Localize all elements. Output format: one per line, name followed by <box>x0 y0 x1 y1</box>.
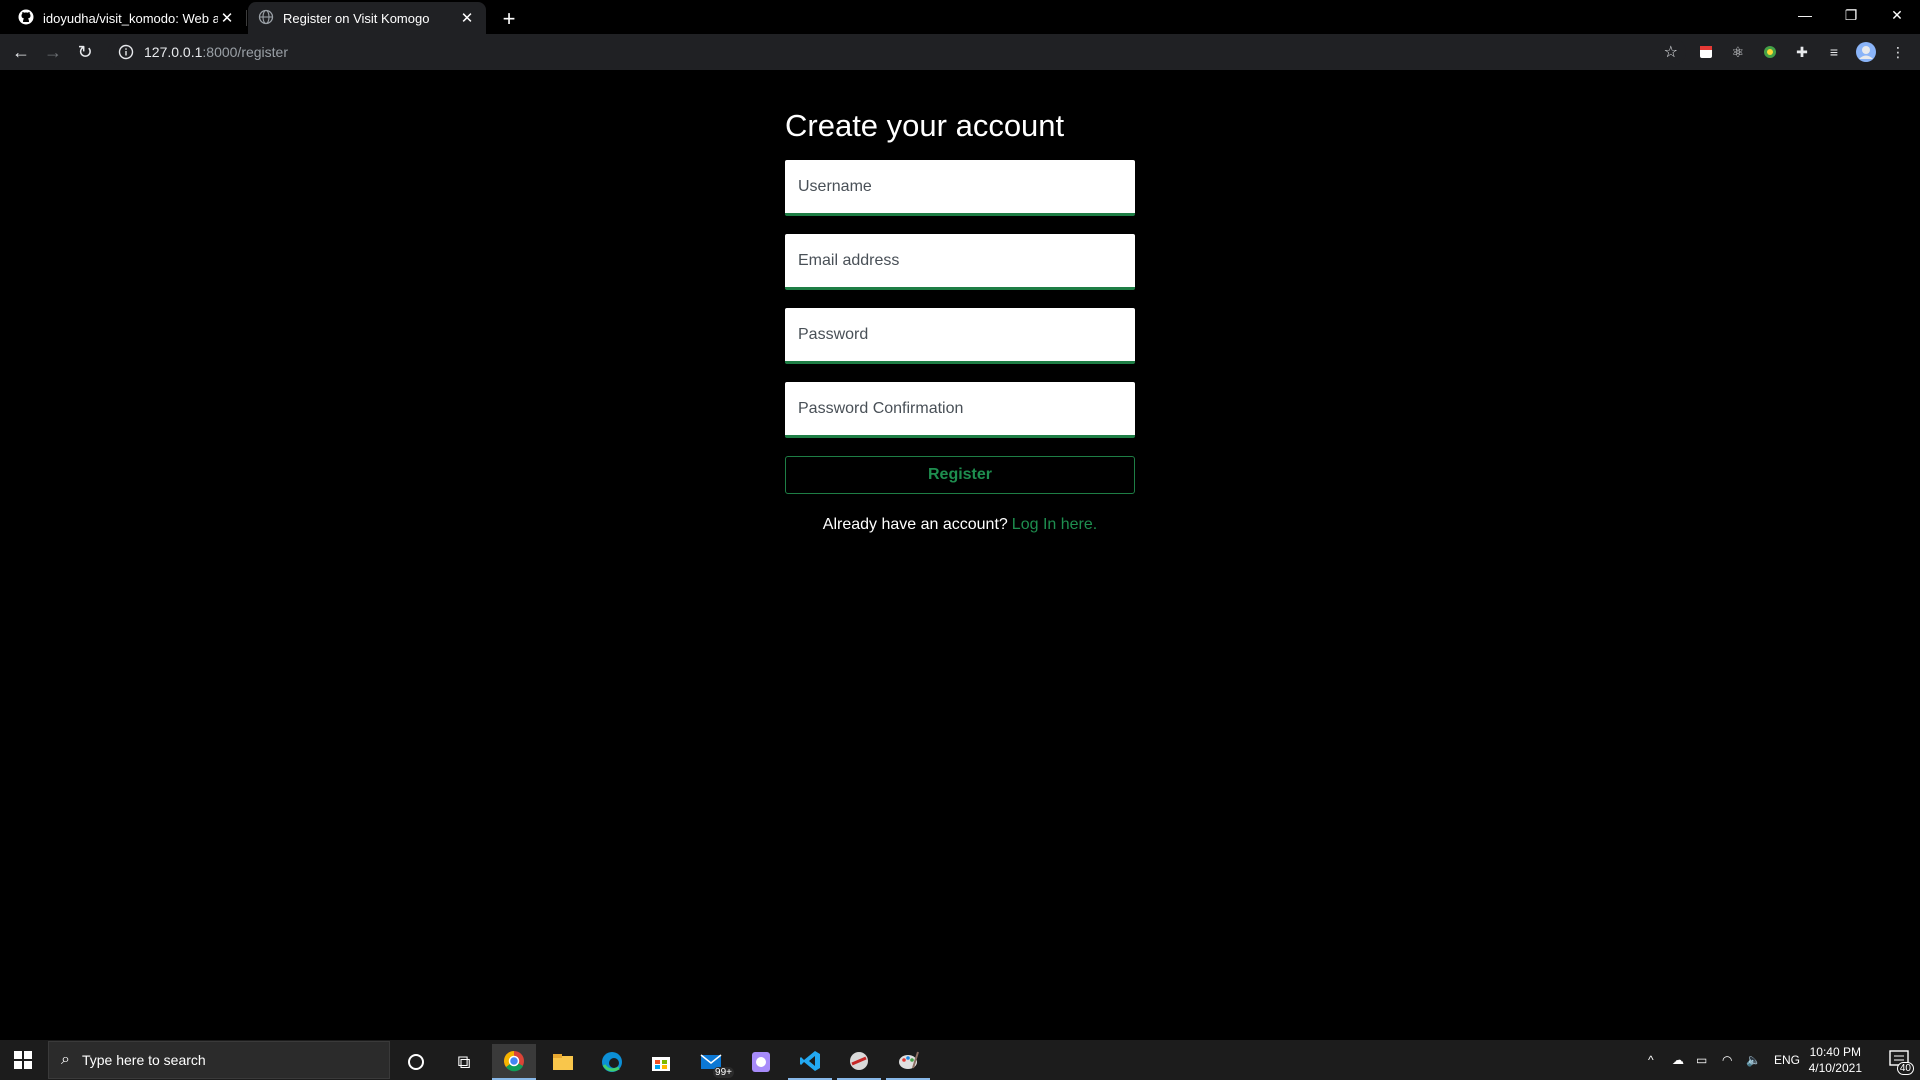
edge-icon[interactable] <box>590 1044 634 1080</box>
search-icon: ⌕ <box>61 1051 70 1068</box>
page-body: Create your account Register Already hav… <box>0 70 1920 1038</box>
tab-github[interactable]: idoyudha/visit_komodo: Web app ✕ <box>8 2 246 34</box>
username-field[interactable] <box>785 160 1135 216</box>
vscode-icon[interactable] <box>788 1044 832 1080</box>
onedrive-icon[interactable]: ☁ <box>1672 1040 1684 1080</box>
password-confirmation-field[interactable] <box>785 382 1135 438</box>
chrome-icon[interactable] <box>492 1044 536 1080</box>
back-arrow-icon[interactable]: ← <box>7 38 35 66</box>
login-link[interactable]: Log In here. <box>1012 516 1097 533</box>
page-title: Create your account <box>785 108 1065 143</box>
url-text: 127.0.0.1:8000/register <box>144 44 288 60</box>
notification-count: 40 <box>1896 1062 1914 1075</box>
language-indicator[interactable]: ENG <box>1774 1040 1800 1080</box>
paint-icon[interactable] <box>886 1044 930 1080</box>
forward-arrow-icon[interactable]: → <box>39 38 67 66</box>
close-window-icon[interactable]: ✕ <box>1874 0 1920 30</box>
register-form: Create your account Register Already hav… <box>785 106 1135 534</box>
tab-strip: idoyudha/visit_komodo: Web app ✕ Registe… <box>0 0 1920 34</box>
tab-title: idoyudha/visit_komodo: Web app <box>43 10 218 26</box>
minimize-icon[interactable]: — <box>1782 0 1828 30</box>
wifi-icon[interactable]: ◠ <box>1722 1040 1732 1080</box>
media-queue-icon[interactable]: ≡ <box>1824 42 1844 62</box>
windows-start-icon[interactable] <box>0 1040 46 1080</box>
close-tab-icon[interactable]: ✕ <box>458 9 476 27</box>
file-explorer-icon[interactable] <box>541 1044 585 1080</box>
password-confirmation-input[interactable] <box>798 399 1135 418</box>
cortana-icon[interactable] <box>394 1044 438 1080</box>
show-hidden-icons-icon[interactable]: ^ <box>1648 1040 1654 1080</box>
tab-register[interactable]: Register on Visit Komogo ✕ <box>248 2 486 34</box>
avatar[interactable] <box>1856 42 1876 62</box>
url-path: :8000/register <box>202 44 288 60</box>
address-bar[interactable]: 127.0.0.1:8000/register ☆ <box>108 38 1686 66</box>
mail-icon[interactable]: 99+ <box>690 1044 734 1080</box>
globe-icon <box>258 9 274 28</box>
menu-kebab-icon[interactable]: ⋮ <box>1888 42 1908 62</box>
notes-app-icon[interactable] <box>739 1044 783 1080</box>
username-input[interactable] <box>798 177 1135 196</box>
mail-badge: 99+ <box>713 1067 734 1078</box>
register-button[interactable]: Register <box>785 456 1135 494</box>
restore-icon[interactable]: ❐ <box>1828 0 1874 30</box>
info-icon[interactable] <box>112 44 140 60</box>
password-input[interactable] <box>798 325 1135 344</box>
extension-red-icon[interactable] <box>1696 42 1716 62</box>
taskbar-search[interactable]: ⌕ Type here to search <box>48 1041 390 1079</box>
close-tab-icon[interactable]: ✕ <box>218 9 236 27</box>
task-view-icon[interactable]: ⧉ <box>442 1044 486 1080</box>
github-icon <box>18 9 34 28</box>
clock-time: 10:40 PM <box>1809 1045 1861 1059</box>
tab-separator <box>246 10 247 26</box>
store-icon[interactable] <box>639 1044 683 1080</box>
battery-icon[interactable]: ▭ <box>1696 1040 1707 1080</box>
taskbar: ⌕ Type here to search ⧉ 99+ ^ ☁ ▭ ◠ 🔈 EN… <box>0 1040 1920 1080</box>
extension-green-icon[interactable] <box>1760 42 1780 62</box>
email-input[interactable] <box>798 251 1135 270</box>
new-tab-icon[interactable]: + <box>496 6 522 32</box>
login-prompt: Already have an account? Log In here. <box>785 516 1135 534</box>
url-host: 127.0.0.1 <box>144 44 203 60</box>
reload-icon[interactable]: ↻ <box>71 38 99 66</box>
password-field[interactable] <box>785 308 1135 364</box>
browser-toolbar: ← → ↻ 127.0.0.1:8000/register ☆ ⚛ ✚ ≡ ⋮ <box>0 34 1920 70</box>
clock[interactable]: 10:40 PM 4/10/2021 <box>1809 1044 1862 1076</box>
volume-icon[interactable]: 🔈 <box>1746 1040 1761 1080</box>
clock-date: 4/10/2021 <box>1808 1061 1862 1075</box>
email-field[interactable] <box>785 234 1135 290</box>
tab-title: Register on Visit Komogo <box>283 10 430 26</box>
bookmark-star-icon[interactable]: ☆ <box>1664 42 1678 62</box>
react-devtools-icon[interactable]: ⚛ <box>1728 42 1748 62</box>
login-prompt-text: Already have an account? <box>822 516 1008 533</box>
search-placeholder: Type here to search <box>81 1052 206 1068</box>
notification-center-icon[interactable]: 40 <box>1888 1048 1914 1075</box>
app-icon[interactable] <box>837 1044 881 1080</box>
puzzle-icon[interactable]: ✚ <box>1792 42 1812 62</box>
